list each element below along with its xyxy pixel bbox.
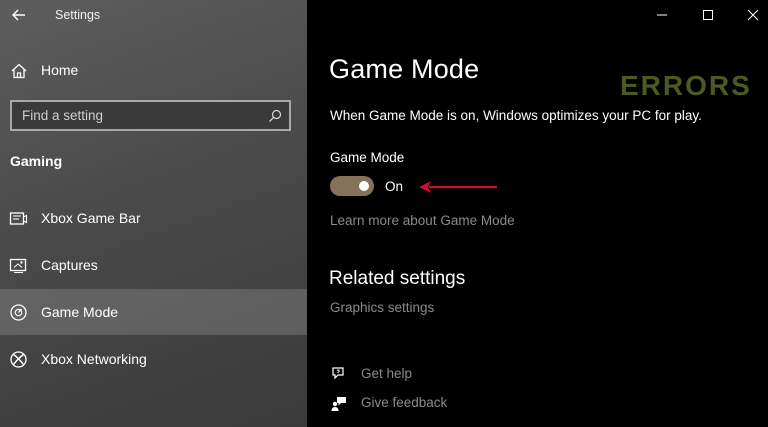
maximize-button[interactable] (699, 6, 717, 24)
section-title: Gaming (10, 153, 63, 169)
watermark: ERRORS (620, 70, 752, 101)
sidebar-item-label: Home (41, 62, 79, 78)
graphics-settings-link[interactable]: Graphics settings (330, 300, 434, 315)
sidebar-item-label: Captures (41, 257, 98, 273)
sidebar-item-xbox-game-bar[interactable]: Xbox Game Bar (0, 195, 307, 241)
sidebar-item-label: Game Mode (41, 304, 119, 320)
page-title: Game Mode (329, 54, 480, 84)
back-button[interactable] (10, 6, 28, 24)
sidebar-item-game-mode[interactable]: Game Mode (0, 289, 307, 335)
sidebar-item-home[interactable]: Home (0, 54, 307, 88)
sidebar: Settings Home Gaming Xbox Game Bar (0, 0, 307, 427)
back-arrow-icon (12, 9, 25, 21)
minimize-icon (657, 14, 667, 16)
main-content: Game Mode ERRORS When Game Mode is on, W… (307, 0, 768, 427)
game-mode-icon (9, 303, 28, 322)
game-mode-toggle[interactable] (330, 176, 374, 196)
home-icon (10, 62, 28, 80)
get-help-link[interactable]: Get help (330, 364, 550, 386)
get-help-label: Get help (361, 366, 413, 381)
close-button[interactable] (744, 6, 762, 24)
sidebar-item-xbox-networking[interactable]: Xbox Networking (0, 336, 307, 382)
app-title: Settings (55, 8, 101, 22)
toggle-label: Game Mode (330, 150, 405, 165)
related-settings-heading: Related settings (329, 268, 466, 289)
minimize-button[interactable] (653, 6, 671, 24)
search-input[interactable] (12, 102, 289, 129)
learn-more-link[interactable]: Learn more about Game Mode (330, 213, 515, 228)
sidebar-item-label: Xbox Game Bar (41, 210, 141, 226)
give-feedback-link[interactable]: Give feedback (330, 393, 550, 415)
feedback-icon (330, 394, 348, 412)
sidebar-item-captures[interactable]: Captures (0, 242, 307, 288)
help-chat-icon (330, 365, 348, 383)
give-feedback-label: Give feedback (361, 395, 448, 410)
search-icon[interactable] (267, 108, 283, 124)
red-arrow-annotation (419, 181, 497, 193)
sidebar-item-label: Xbox Networking (41, 351, 147, 367)
close-icon (747, 9, 759, 21)
captures-icon (9, 256, 28, 275)
toggle-knob (359, 181, 369, 191)
maximize-icon (703, 10, 713, 20)
description-text: When Game Mode is on, Windows optimizes … (330, 108, 702, 123)
xbox-icon (9, 350, 28, 369)
search-box (10, 100, 291, 131)
xbox-game-bar-icon (9, 209, 28, 228)
toggle-state-text: On (385, 179, 404, 194)
title-bar: Settings (0, 0, 307, 30)
